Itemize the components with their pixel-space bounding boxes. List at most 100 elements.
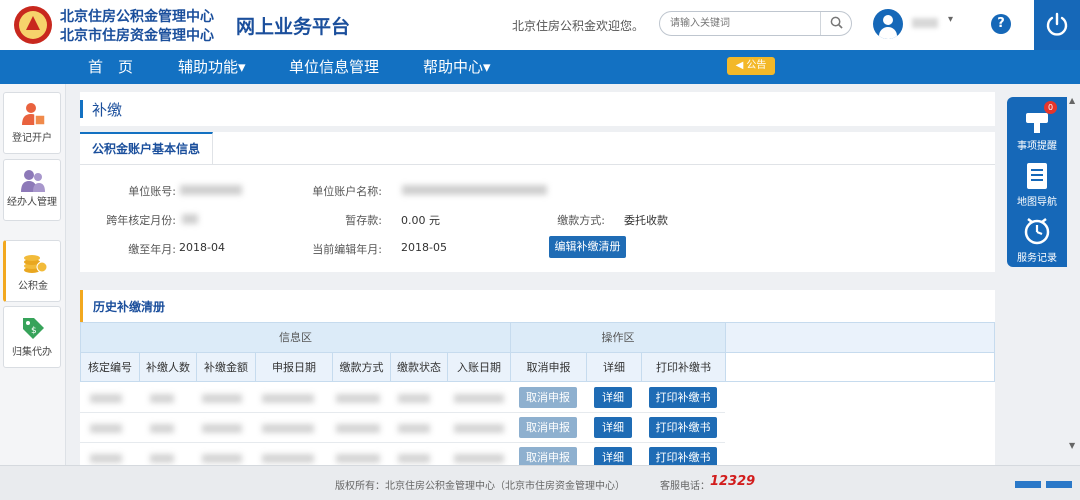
org-name-line2: 北京市住房资金管理中心 — [60, 28, 214, 44]
reminder-button[interactable]: 0 事项提醒 — [1007, 99, 1067, 153]
history-panel-header: 历史补缴清册 — [80, 290, 995, 322]
col-header-cancel: 取消申报 — [510, 352, 587, 382]
footer: 版权所有：北京住房公积金管理中心（北京市住房资金管理中心） 客服电话： 1232… — [0, 465, 1080, 500]
tray-icon[interactable] — [1015, 481, 1041, 488]
right-float-panel: 0 事项提醒 地图导航 服务记录 — [1007, 97, 1067, 267]
detail-button[interactable]: 详细 — [594, 387, 632, 408]
account-info-panel: 公积金账户基本信息 单位账号: 单位账户名称: 跨年核定月份: 暂存款: 0.0… — [80, 132, 995, 272]
unit-no-label: 单位账号: — [128, 185, 176, 198]
scroll-up-icon[interactable]: ▲ — [1069, 96, 1075, 105]
notice-button[interactable]: ◀ 公告 — [727, 57, 775, 75]
nav-unit-info[interactable]: 单位信息管理 — [289, 50, 379, 84]
sidebar-item-label: 公积金 — [18, 281, 48, 292]
info-group-header: 信息区 — [80, 322, 511, 353]
pay-method-label: 缴款方式: — [557, 214, 605, 227]
col-header-post-date: 入账日期 — [447, 352, 511, 382]
cross-year-value — [182, 214, 198, 224]
cell-amount — [202, 424, 242, 433]
temp-deposit-value: 0.00 元 — [401, 214, 440, 227]
map-icon — [1027, 163, 1047, 189]
cell-count — [150, 424, 174, 433]
cell-pay-method — [336, 454, 380, 463]
cancel-report-button[interactable]: 取消申报 — [519, 447, 577, 465]
col-header-amount: 补缴金额 — [196, 352, 256, 382]
service-record-label: 服务记录 — [1017, 253, 1057, 264]
table-row: 取消申报 详细 打印补缴书 — [80, 443, 725, 465]
people-icon — [21, 170, 45, 192]
sidebar-item-operator[interactable]: 经办人管理 — [3, 159, 61, 221]
paid-to-label: 缴至年月: — [128, 243, 176, 256]
page-title-bar: 补缴 — [80, 92, 995, 126]
cross-year-label: 跨年核定月份: — [106, 214, 176, 227]
main-nav: 首 页 辅助功能▾ 单位信息管理 帮助中心▾ ◀ 公告 — [0, 50, 1080, 84]
top-header: 北京住房公积金管理中心 北京市住房资金管理中心 网上业务平台 北京住房公积金欢迎… — [0, 0, 1080, 50]
detail-button[interactable]: 详细 — [594, 447, 632, 465]
sidebar-item-label: 归集代办 — [12, 347, 52, 358]
org-name-line1: 北京住房公积金管理中心 — [60, 9, 214, 25]
welcome-text: 北京住房公积金欢迎您。 — [512, 19, 645, 33]
detail-button[interactable]: 详细 — [594, 417, 632, 438]
cell-pay-method — [336, 394, 380, 403]
col-header-pay-status: 缴款状态 — [390, 352, 448, 382]
sidebar-item-register[interactable]: 登记开户 — [3, 92, 61, 154]
map-nav-button[interactable]: 地图导航 — [1007, 155, 1067, 209]
editing-month-value: 2018-05 — [401, 241, 447, 254]
cell-id — [90, 424, 122, 433]
platform-title: 网上业务平台 — [236, 16, 351, 38]
print-button[interactable]: 打印补缴书 — [649, 447, 717, 465]
cell-id — [90, 454, 122, 463]
history-panel-title: 历史补缴清册 — [93, 300, 166, 314]
temp-deposit-label: 暂存款: — [345, 214, 382, 227]
sidebar-item-label: 经办人管理 — [7, 197, 57, 208]
sidebar-item-collection[interactable]: $ 归集代办 — [3, 306, 61, 368]
cell-post-date — [454, 394, 504, 403]
search-input[interactable] — [670, 15, 820, 32]
account-info-tab[interactable]: 公积金账户基本信息 — [80, 132, 214, 164]
sidebar-item-label: 登记开户 — [12, 133, 52, 144]
scroll-down-icon[interactable]: ▼ — [1069, 441, 1075, 450]
cell-pay-method — [336, 424, 380, 433]
unit-no-value — [180, 185, 242, 195]
cancel-report-button[interactable]: 取消申报 — [519, 387, 577, 408]
user-menu-caret-icon[interactable]: ▾ — [948, 14, 953, 25]
logout-button[interactable] — [1034, 0, 1080, 50]
register-icon — [22, 103, 46, 126]
empty-group-header — [725, 322, 995, 353]
user-name[interactable] — [912, 18, 938, 28]
nav-aux-functions[interactable]: 辅助功能▾ — [178, 50, 246, 84]
clock-icon — [1024, 218, 1050, 245]
phone-number: 12329 — [710, 474, 756, 489]
user-avatar-icon[interactable] — [873, 9, 903, 39]
cell-id — [90, 394, 122, 403]
paid-to-value: 2018-04 — [179, 241, 225, 254]
copyright-text: 版权所有：北京住房公积金管理中心（北京市住房资金管理中心） — [335, 481, 625, 492]
cancel-report-button[interactable]: 取消申报 — [519, 417, 577, 438]
search-box — [659, 11, 852, 36]
ops-group-header: 操作区 — [510, 322, 726, 353]
map-nav-label: 地图导航 — [1017, 197, 1057, 208]
print-button[interactable]: 打印补缴书 — [649, 417, 717, 438]
help-icon[interactable]: ? — [991, 14, 1011, 34]
cell-amount — [202, 454, 242, 463]
service-record-button[interactable]: 服务记录 — [1007, 211, 1067, 265]
nav-help-center[interactable]: 帮助中心▾ — [423, 50, 491, 84]
col-header-count: 补缴人数 — [139, 352, 197, 382]
cell-report-date — [262, 454, 314, 463]
col-header-report-date: 申报日期 — [255, 352, 333, 382]
page-title: 补缴 — [92, 101, 123, 119]
cell-report-date — [262, 424, 314, 433]
print-button[interactable]: 打印补缴书 — [649, 387, 717, 408]
tray-icon[interactable] — [1046, 481, 1072, 488]
col-header-pay-method: 缴款方式 — [332, 352, 391, 382]
sidebar-item-fund[interactable]: 公积金 — [3, 240, 61, 302]
cell-count — [150, 394, 174, 403]
reminder-badge: 0 — [1044, 101, 1057, 114]
cell-amount — [202, 394, 242, 403]
col-header-detail: 详细 — [586, 352, 642, 382]
cell-report-date — [262, 394, 314, 403]
svg-text:$: $ — [31, 326, 37, 336]
search-icon[interactable] — [830, 16, 843, 29]
edit-supplement-list-button[interactable]: 编辑补缴清册 — [549, 236, 626, 258]
nav-home[interactable]: 首 页 — [88, 50, 133, 84]
cell-pay-status — [398, 424, 430, 433]
